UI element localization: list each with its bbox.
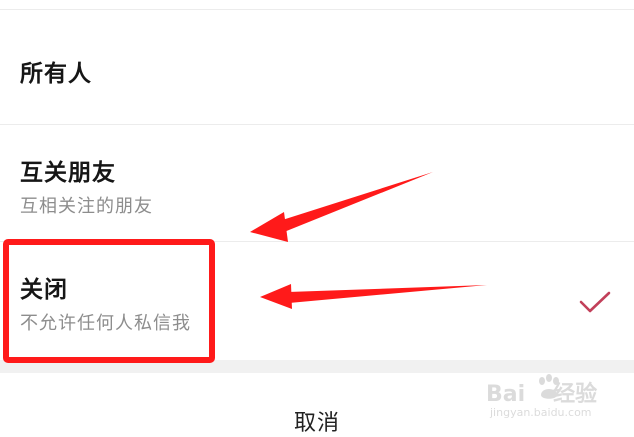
watermark-brand-text: Bai: [486, 382, 526, 407]
check-icon: [579, 291, 611, 313]
option-mutual-friends-subtitle: 互相关注的朋友: [20, 196, 153, 217]
option-everyone-title: 所有人: [20, 61, 92, 87]
option-mutual-friends[interactable]: 互关朋友 互相关注的朋友: [0, 126, 634, 242]
annotation-highlight-box: [3, 239, 215, 363]
message-permission-sheet: 所有人 互关朋友 互相关注的朋友 关闭 不允许任何人私信我 取消 Bai 经验 j…: [0, 0, 634, 437]
watermark-domain: jingyan.baidu.com: [490, 406, 592, 419]
option-mutual-friends-title: 互关朋友: [20, 160, 116, 186]
baidu-paw-icon: [539, 374, 559, 399]
option-everyone[interactable]: 所有人: [0, 10, 634, 125]
baidu-jingyan-watermark: Bai 经验 jingyan.baidu.com: [486, 372, 626, 432]
